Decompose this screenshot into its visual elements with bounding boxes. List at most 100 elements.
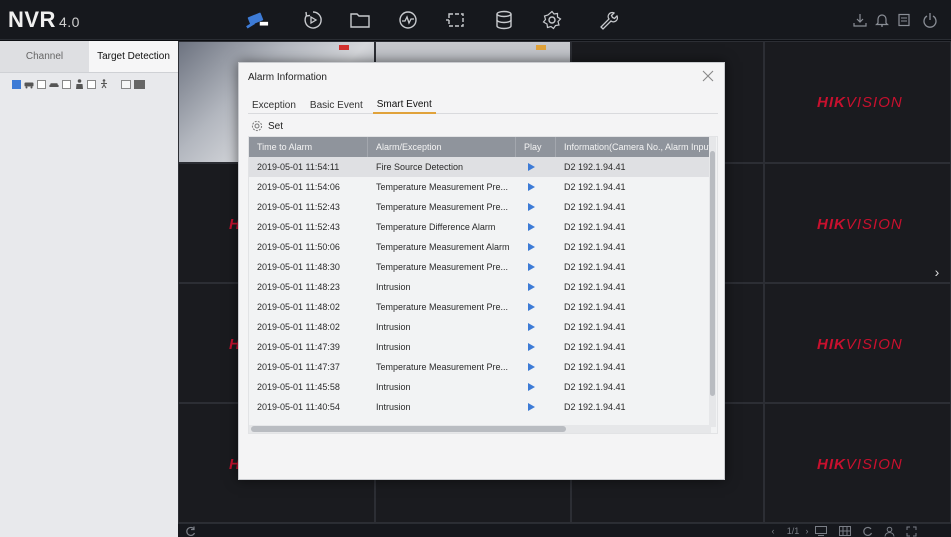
table-row[interactable]: 2019-05-01 11:48:02 Intrusion D2 192.1.94.… (249, 317, 711, 337)
table-row[interactable]: 2019-05-01 11:48:23 Intrusion D2 192.1.94.… (249, 277, 711, 297)
smart-analysis-icon[interactable] (396, 8, 420, 32)
horizontal-scrollbar-thumb[interactable] (251, 426, 566, 432)
hikvision-logo-vision: VISION (845, 336, 903, 353)
vertical-scrollbar-thumb[interactable] (710, 151, 715, 396)
human-checkbox[interactable] (87, 79, 96, 89)
live-view-camera-icon[interactable] (245, 8, 269, 32)
tab-channel[interactable]: Channel (0, 41, 89, 72)
play-icon[interactable] (516, 377, 556, 397)
play-icon[interactable] (516, 297, 556, 317)
alarm-time-cell: 2019-05-01 11:52:43 (257, 222, 340, 232)
playback-icon[interactable] (301, 8, 325, 32)
alarm-time-cell: 2019-05-01 11:54:11 (257, 162, 340, 172)
play-icon[interactable] (516, 277, 556, 297)
refresh-icon[interactable] (184, 525, 196, 537)
play-icon[interactable] (516, 337, 556, 357)
pedestrian-filter-icon[interactable] (99, 79, 109, 89)
camera-view-toggle-icon[interactable] (121, 79, 131, 89)
app-logo: NVR 4.0 (8, 7, 80, 33)
alarm-info-cell: D2 192.1.94.41 (564, 182, 626, 192)
next-page-icon[interactable]: › (802, 525, 812, 537)
table-row[interactable]: 2019-05-01 11:52:43 Temperature Measureme… (249, 197, 711, 217)
storage-icon[interactable] (492, 8, 516, 32)
table-row[interactable]: 2019-05-01 11:52:43 Temperature Differenc… (249, 217, 711, 237)
next-page-arrow-icon[interactable]: › (928, 261, 946, 283)
table-row[interactable]: 2019-05-01 11:47:39 Intrusion D2 192.1.94.… (249, 337, 711, 357)
alarm-type-cell: Temperature Measurement Pre... (376, 202, 509, 212)
column-header-alarm[interactable]: Alarm/Exception (368, 137, 516, 157)
table-row[interactable]: 2019-05-01 11:54:06 Temperature Measureme… (249, 177, 711, 197)
play-icon[interactable] (516, 197, 556, 217)
play-icon[interactable] (516, 357, 556, 377)
alarm-time-cell: 2019-05-01 11:54:06 (257, 182, 340, 192)
hikvision-logo-hik: HIK (817, 336, 846, 353)
user-icon[interactable] (882, 525, 896, 537)
column-header-information[interactable]: Information(Camera No., Alarm Input No.) (556, 137, 711, 157)
table-row[interactable]: 2019-05-01 11:40:54 Intrusion D2 192.1.94.… (249, 397, 711, 417)
column-header-time[interactable]: Time to Alarm (249, 137, 368, 157)
table-row[interactable]: 2019-05-01 11:45:58 Intrusion D2 192.1.94.… (249, 377, 711, 397)
table-row[interactable]: 2019-05-01 11:48:30 Temperature Measureme… (249, 257, 711, 277)
car-filter-icon[interactable] (49, 79, 59, 89)
vehicle-checkbox[interactable] (37, 79, 46, 89)
play-icon[interactable] (516, 177, 556, 197)
table-row[interactable]: 2019-05-01 11:47:37 Temperature Measureme… (249, 357, 711, 377)
play-icon[interactable] (516, 217, 556, 237)
tab-target-detection[interactable]: Target Detection (89, 41, 178, 72)
play-icon[interactable] (516, 237, 556, 257)
prev-page-icon[interactable]: ‹ (768, 525, 778, 537)
layout-icon[interactable] (814, 525, 828, 537)
human-filter-icon[interactable] (74, 79, 84, 89)
video-cell-4[interactable]: HIKVISION (764, 41, 951, 163)
sequence-icon[interactable] (860, 525, 874, 537)
alarm-info-cell: D2 192.1.94.41 (564, 322, 626, 332)
video-cell-12[interactable]: HIKVISION (764, 283, 951, 403)
image-view-toggle-icon[interactable] (134, 79, 145, 89)
alarm-type-cell: Temperature Measurement Pre... (376, 262, 509, 272)
configuration-gear-icon[interactable] (540, 8, 564, 32)
alarm-info-cell: D2 192.1.94.41 (564, 402, 626, 412)
video-cell-8[interactable]: HIKVISION (764, 163, 951, 283)
all-checkbox[interactable] (12, 79, 21, 89)
alarm-info-cell: D2 192.1.94.41 (564, 222, 626, 232)
power-icon[interactable] (922, 12, 938, 28)
download-icon[interactable] (852, 12, 868, 28)
fullscreen-icon[interactable] (904, 525, 918, 537)
hikvision-logo-vision: VISION (845, 216, 903, 233)
column-header-play[interactable]: Play (516, 137, 556, 157)
alarm-time-cell: 2019-05-01 11:48:02 (257, 322, 340, 332)
close-icon[interactable] (700, 68, 716, 84)
set-button[interactable]: Set (251, 118, 283, 134)
maintenance-wrench-icon[interactable] (596, 8, 620, 32)
alarm-info-cell: D2 192.1.94.41 (564, 362, 626, 372)
tab-basic-event[interactable]: Basic Event (306, 96, 367, 114)
task-icon[interactable] (896, 12, 912, 28)
camera-management-icon[interactable] (444, 8, 468, 32)
alarm-time-cell: 2019-05-01 11:52:43 (257, 202, 340, 212)
car-checkbox[interactable] (62, 79, 71, 89)
tab-smart-event[interactable]: Smart Event (372, 96, 436, 114)
video-cell-16[interactable]: HIKVISION (764, 403, 951, 523)
horizontal-scrollbar[interactable] (249, 425, 711, 433)
play-icon[interactable] (516, 317, 556, 337)
play-icon[interactable] (516, 157, 556, 177)
left-panel: Channel Target Detection (0, 41, 178, 537)
alarm-time-cell: 2019-05-01 11:47:39 (257, 342, 340, 352)
hikvision-logo: HIKVISION (817, 336, 903, 353)
tab-exception[interactable]: Exception (248, 96, 300, 114)
vehicle-filter-icon[interactable] (24, 79, 34, 89)
alarm-info-cell: D2 192.1.94.41 (564, 342, 626, 352)
alarm-info-cell: D2 192.1.94.41 (564, 262, 626, 272)
play-icon[interactable] (516, 257, 556, 277)
play-icon[interactable] (516, 397, 556, 417)
alarm-info-cell: D2 192.1.94.41 (564, 382, 626, 392)
file-management-icon[interactable] (348, 8, 372, 32)
table-row[interactable]: 2019-05-01 11:50:06 Temperature Measureme… (249, 237, 711, 257)
grid-layout-icon[interactable] (838, 525, 852, 537)
hikvision-logo-vision: VISION (845, 94, 903, 111)
left-panel-tabs: Channel Target Detection (0, 41, 178, 73)
vertical-scrollbar[interactable] (709, 137, 716, 427)
table-row[interactable]: 2019-05-01 11:54:11 Fire Source Detection… (249, 157, 711, 177)
table-row[interactable]: 2019-05-01 11:48:02 Temperature Measureme… (249, 297, 711, 317)
alarm-bell-icon[interactable] (874, 12, 890, 28)
